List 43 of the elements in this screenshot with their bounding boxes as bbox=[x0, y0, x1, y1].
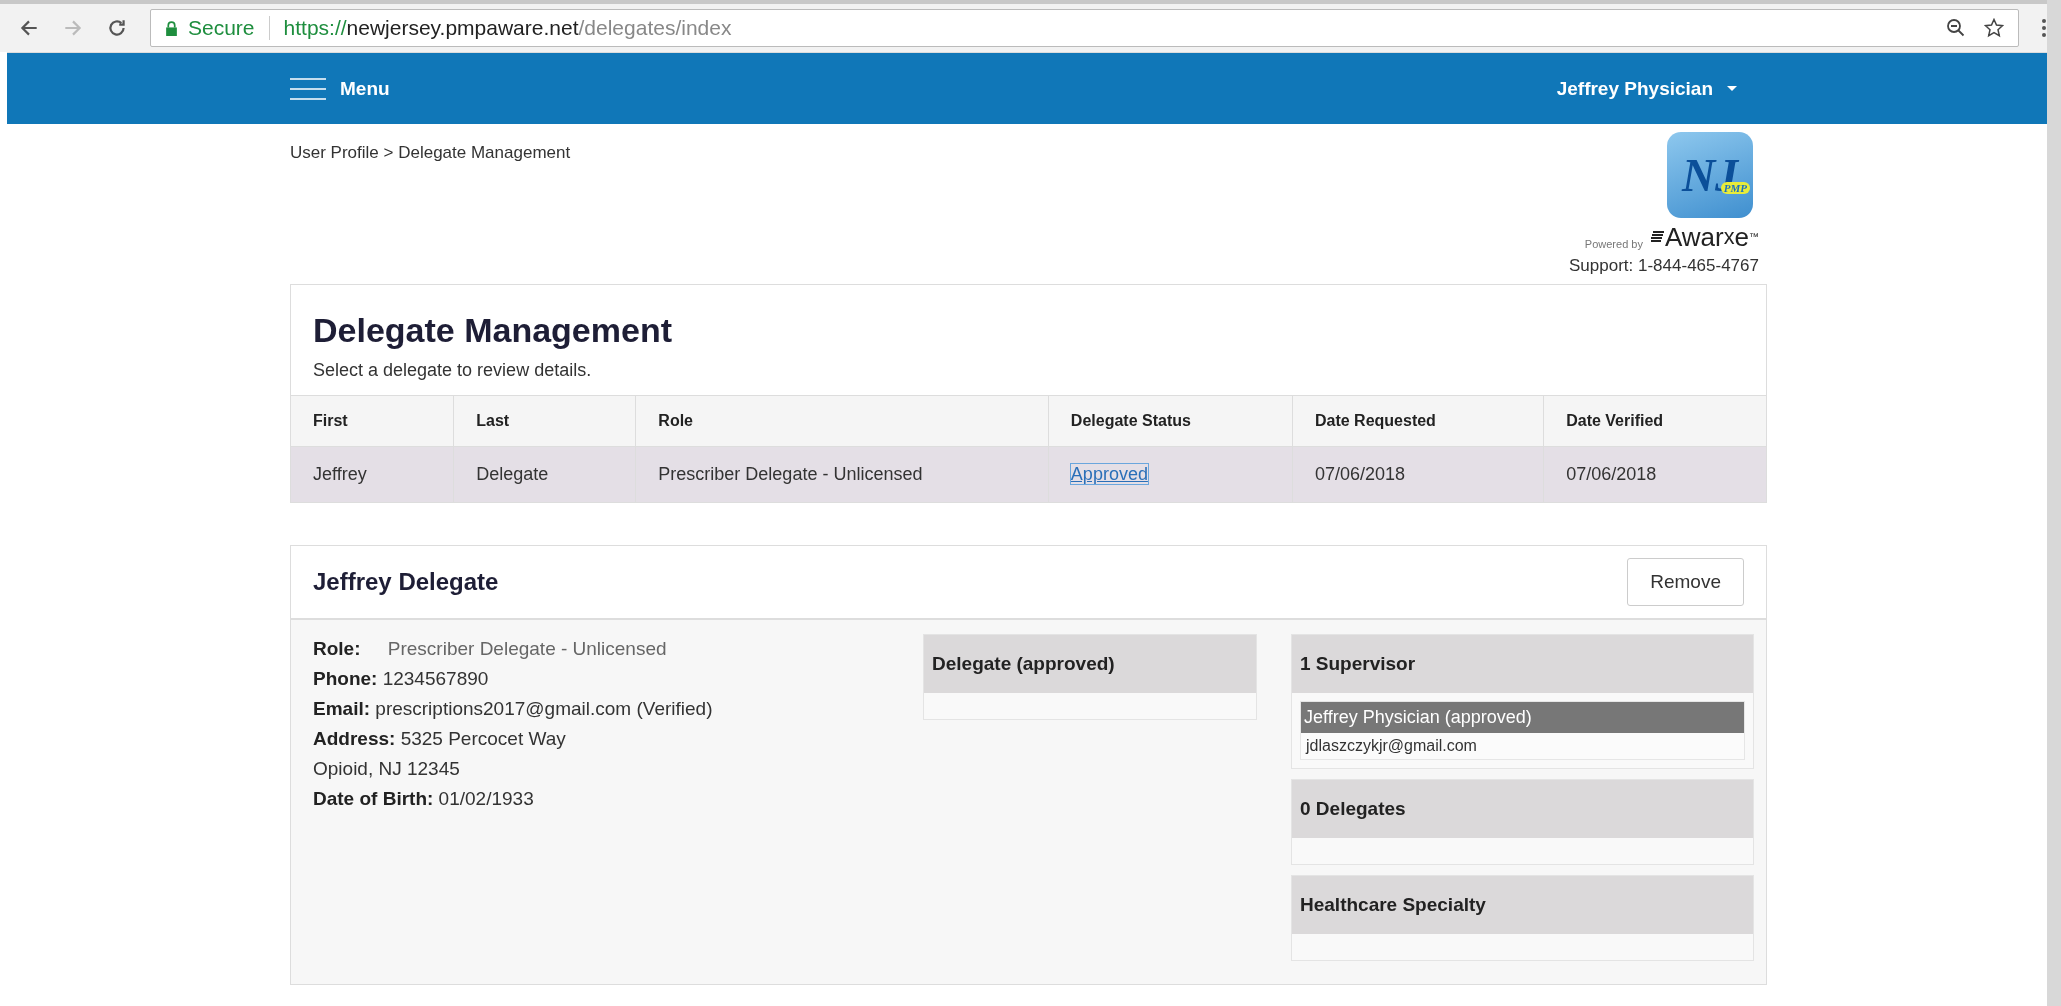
panel-title: Delegate (approved) bbox=[924, 635, 1256, 693]
delegate-name: Jeffrey Delegate bbox=[313, 568, 499, 596]
detail-line: Email: prescriptions2017@gmail.com (Verified) bbox=[313, 697, 714, 721]
user-menu[interactable]: Jeffrey Physician bbox=[1556, 77, 1767, 100]
panel-title: 1 Supervisor bbox=[1292, 635, 1753, 693]
column-header: Date Requested bbox=[1292, 395, 1544, 447]
url-text: https://newjersey.pmpaware.net/delegates/index bbox=[283, 16, 733, 40]
column-header: Delegate Status bbox=[1048, 395, 1293, 447]
detail-line: Date of Birth: 01/02/1933 bbox=[313, 787, 535, 811]
secure-label: Secure bbox=[188, 16, 255, 40]
page-title: Delegate Management bbox=[313, 311, 673, 350]
support-phone: Support: 1-844-465-4767 bbox=[1569, 256, 1759, 276]
more-icon[interactable] bbox=[2041, 18, 2047, 38]
panel-title: Healthcare Specialty bbox=[1292, 876, 1753, 934]
table-cell: 07/06/2018 bbox=[1292, 446, 1544, 502]
remove-button[interactable]: Remove bbox=[1627, 558, 1744, 606]
reload-icon[interactable] bbox=[106, 17, 128, 39]
powered-by-label: Powered by bbox=[1584, 238, 1643, 250]
zoom-out-icon[interactable] bbox=[1946, 18, 1966, 38]
menu-icon[interactable] bbox=[290, 76, 326, 101]
table-cell: Delegate bbox=[453, 446, 636, 502]
menu-button[interactable]: Menu bbox=[290, 76, 420, 101]
detail-line: Phone: 1234567890 bbox=[313, 667, 490, 691]
column-header: Last bbox=[453, 395, 636, 447]
lock-icon bbox=[165, 20, 178, 36]
column-header: First bbox=[291, 395, 454, 447]
column-header: Date Verified bbox=[1543, 395, 1766, 447]
table-cell: Prescriber Delegate - Unlicensed bbox=[635, 446, 1049, 502]
detail-line: Role: Prescriber Delegate - Unlicensed bbox=[313, 637, 668, 661]
panel-title: 0 Delegates bbox=[1292, 780, 1753, 838]
breadcrumb: User Profile > Delegate Management bbox=[290, 143, 571, 164]
detail-line: Opioid, NJ 12345 bbox=[313, 757, 461, 781]
address-bar[interactable]: Secure https://newjersey.pmpaware.net/delegates/index bbox=[150, 9, 2019, 47]
page-subtitle: Select a delegate to review details. bbox=[313, 360, 593, 381]
person-name: Jeffrey Physician (approved) bbox=[1301, 702, 1744, 733]
table-cell[interactable]: Approved bbox=[1048, 446, 1293, 502]
star-icon[interactable] bbox=[1984, 18, 2004, 38]
detail-line: Address: 5325 Percocet Way bbox=[313, 727, 567, 751]
person-email: jdlaszczykjr@gmail.com bbox=[1304, 736, 1478, 756]
column-header: Role bbox=[635, 395, 1049, 447]
table-cell: 07/06/2018 bbox=[1543, 446, 1766, 502]
table-cell: Jeffrey bbox=[291, 446, 454, 502]
status-link[interactable]: Approved bbox=[1070, 464, 1148, 484]
